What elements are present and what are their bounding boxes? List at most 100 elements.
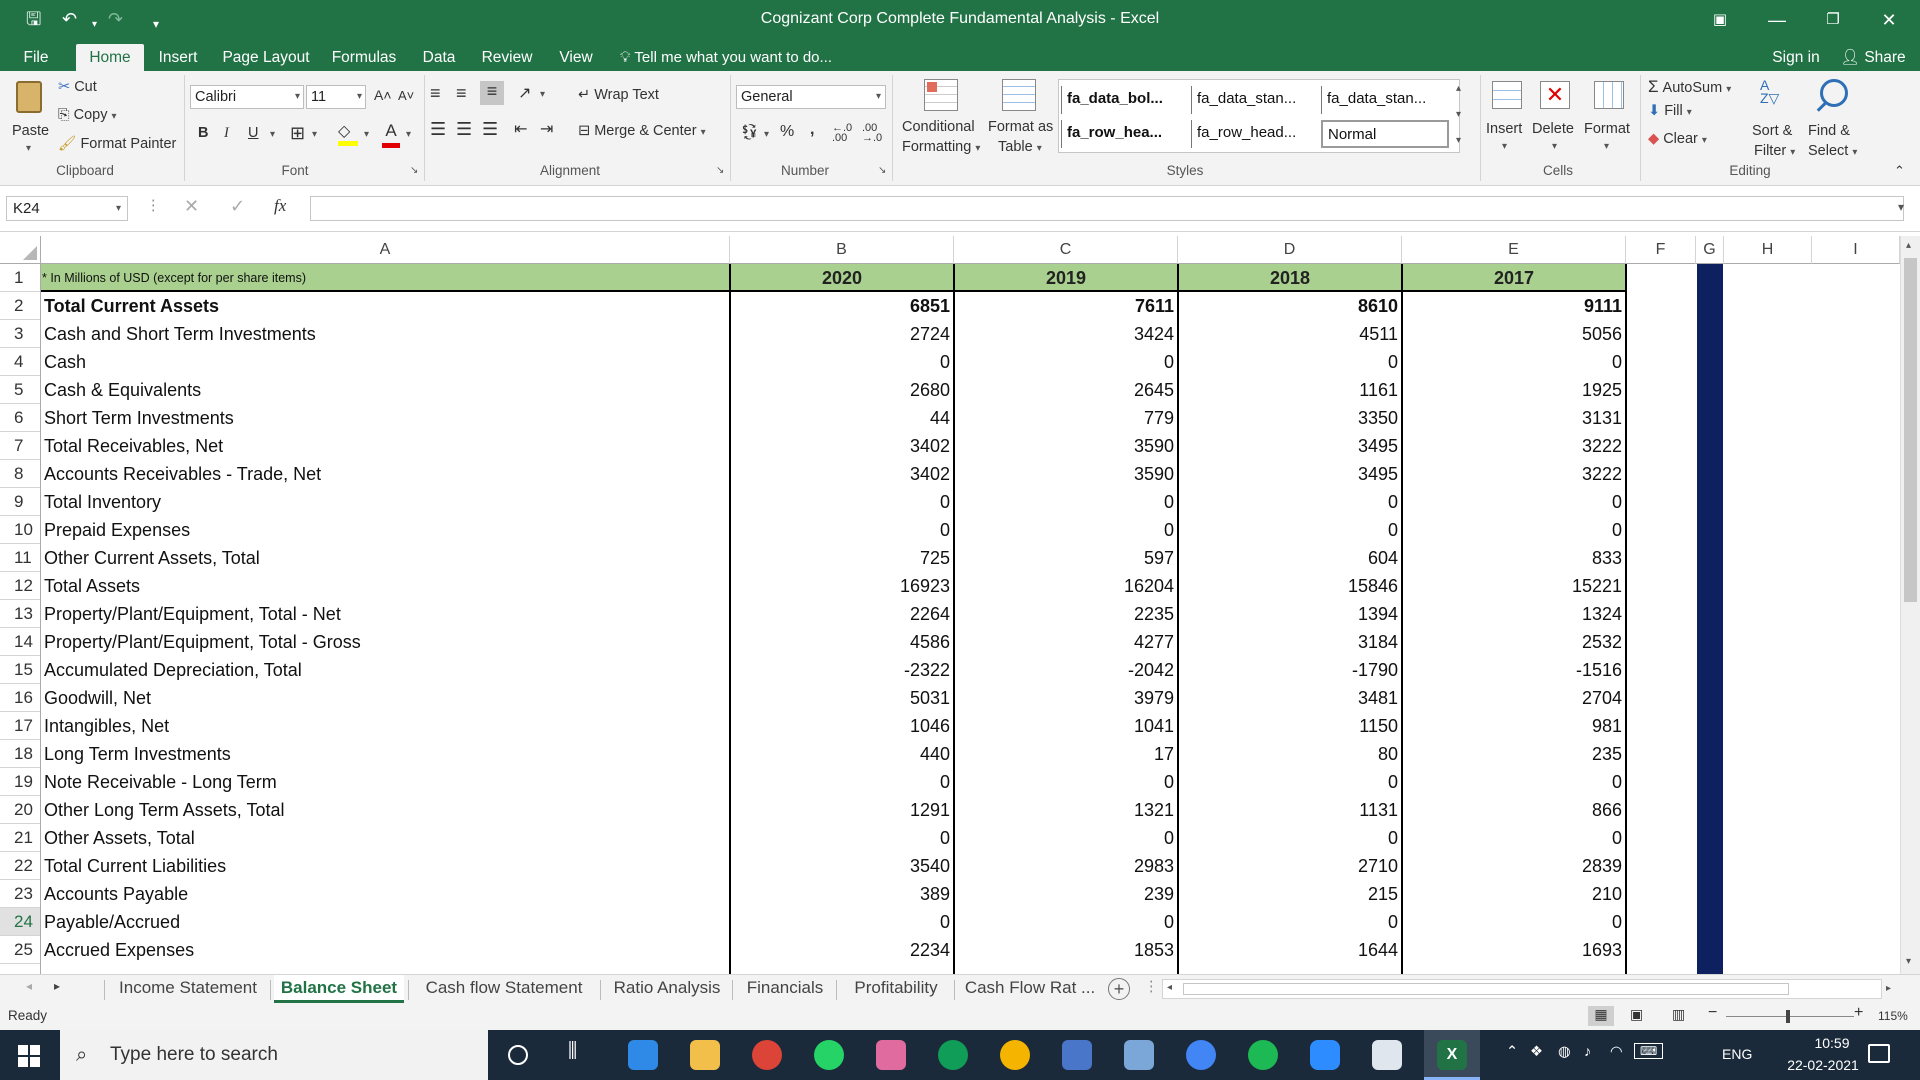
row-label[interactable]: Payable/Accrued [42,908,728,936]
row-header[interactable]: 2 [0,292,40,320]
value-cell[interactable]: 3402 [730,460,954,488]
value-cell[interactable]: 0 [1178,516,1402,544]
fill-button[interactable]: ⬇︎ Fill ▾ [1648,103,1692,119]
style-fa-row-header[interactable]: fa_row_head... [1191,120,1315,148]
borders-icon[interactable]: ⊞ [290,123,305,144]
row-label[interactable]: Property/Plant/Equipment, Total - Net [42,600,728,628]
value-cell[interactable]: -1790 [1178,656,1402,684]
styles-scroll-up-icon[interactable]: ▴ [1456,83,1461,94]
row-label[interactable]: Cash [42,348,728,376]
value-cell[interactable]: 3350 [1178,404,1402,432]
value-cell[interactable]: 0 [1178,824,1402,852]
underline-dropdown-icon[interactable]: ▾ [270,129,275,140]
formula-input[interactable] [310,196,1904,221]
value-cell[interactable]: -2042 [954,656,1178,684]
column-header-f[interactable]: F [1626,236,1696,264]
row-header[interactable]: 9 [0,488,40,516]
row-header[interactable]: 17 [0,712,40,740]
row-label[interactable]: Property/Plant/Equipment, Total - Gross [42,628,728,656]
row-header[interactable]: 20 [0,796,40,824]
value-cell[interactable]: 0 [1402,824,1626,852]
value-cell[interactable]: 440 [730,740,954,768]
value-cell[interactable]: 3540 [730,852,954,880]
value-cell[interactable]: 15846 [1178,572,1402,600]
column-header-d[interactable]: D [1178,236,1402,264]
value-cell[interactable]: 6851 [730,292,954,320]
value-cell[interactable]: 16204 [954,572,1178,600]
delete-cells-button[interactable]: ✕ Delete ▾ [1530,75,1582,161]
italic-icon[interactable]: I [224,125,229,142]
align-left-icon[interactable]: ☰ [430,119,446,140]
value-cell[interactable]: 2645 [954,376,1178,404]
row-header[interactable]: 22 [0,852,40,880]
value-cell[interactable]: 239 [954,880,1178,908]
year-header[interactable]: 2019 [954,264,1178,292]
bold-icon[interactable]: B [198,125,208,141]
calculator-icon[interactable] [1062,1040,1092,1070]
value-cell[interactable]: 0 [730,824,954,852]
style-normal[interactable]: Normal [1321,120,1449,148]
value-cell[interactable]: 1150 [1178,712,1402,740]
value-cell[interactable]: 2680 [730,376,954,404]
insert-cells-button[interactable]: Insert ▾ [1484,75,1530,161]
sheet-tab-ratio-analysis[interactable]: Ratio Analysis [604,975,730,1003]
tab-data[interactable]: Data [414,44,464,71]
value-cell[interactable]: 0 [1178,908,1402,936]
value-cell[interactable]: 3495 [1178,432,1402,460]
row-header[interactable]: 25 [0,936,40,964]
value-cell[interactable]: 44 [730,404,954,432]
year-header[interactable]: 2020 [730,264,954,292]
value-cell[interactable]: 3222 [1402,432,1626,460]
worksheet-grid[interactable]: ABCDEFGHI * In Millions of USD (except f… [0,236,1900,974]
value-cell[interactable]: 4511 [1178,320,1402,348]
hscroll-left-icon[interactable]: ◂ [1167,982,1172,993]
file-explorer-icon[interactable] [690,1040,720,1070]
clock-date[interactable]: 22-02-2021 [1768,1057,1878,1073]
column-header-b[interactable]: B [730,236,954,264]
merge-center-button[interactable]: ⊟ Merge & Center ▾ [578,123,706,139]
accounting-format-icon[interactable]: 💱︎ [740,123,759,141]
fill-color-icon[interactable]: ◇ [338,121,360,146]
language-indicator[interactable]: ENG [1722,1046,1752,1062]
column-header-c[interactable]: C [954,236,1178,264]
font-name-box[interactable]: Calibri ▾ [190,85,304,109]
row-label[interactable]: Accrued Expenses [42,936,728,964]
close-button[interactable]: ✕ [1874,6,1904,34]
value-cell[interactable]: 1925 [1402,376,1626,404]
value-cell[interactable]: 2983 [954,852,1178,880]
value-cell[interactable]: 0 [730,768,954,796]
cut-button[interactable]: ✂ Cut [58,79,97,95]
row-label[interactable]: Total Current Assets [42,292,728,320]
value-cell[interactable]: 0 [1178,768,1402,796]
snip-sketch-icon[interactable] [876,1040,906,1070]
value-cell[interactable]: 0 [954,488,1178,516]
share-button[interactable]: 👤︎ Share [1834,44,1912,71]
column-header-g[interactable]: G [1696,236,1724,264]
align-right-icon[interactable]: ☰ [482,119,498,140]
value-cell[interactable]: 80 [1178,740,1402,768]
row-label[interactable]: Total Assets [42,572,728,600]
value-cell[interactable]: 0 [1402,768,1626,796]
paint-icon[interactable] [1372,1040,1402,1070]
column-header-i[interactable]: I [1812,236,1900,264]
page-layout-view-icon[interactable]: ▣ [1630,1006,1643,1023]
tab-view[interactable]: View [550,44,602,71]
value-cell[interactable]: 725 [730,544,954,572]
value-cell[interactable]: 1041 [954,712,1178,740]
number-format-box[interactable]: General ▾ [736,85,886,109]
normal-view-icon[interactable]: ▦ [1588,1006,1614,1026]
zoom-slider[interactable] [1726,1010,1854,1023]
row-label[interactable]: Accounts Receivables - Trade, Net [42,460,728,488]
sheet-tab-cash-flow-ratio[interactable]: Cash Flow Rat ... [958,975,1102,1003]
chrome-icon[interactable] [752,1040,782,1070]
value-cell[interactable]: 0 [1402,516,1626,544]
value-cell[interactable]: 0 [730,488,954,516]
column-header-h[interactable]: H [1724,236,1812,264]
sheet-scroll-right-icon[interactable]: ▸ [54,979,60,993]
sheet-scroll-left-icon[interactable]: ◂ [26,979,32,993]
row-header[interactable]: 3 [0,320,40,348]
units-note[interactable]: * In Millions of USD (except for per sha… [42,264,728,292]
zoom-app-icon[interactable] [1310,1040,1340,1070]
row-header[interactable]: 7 [0,432,40,460]
column-header-a[interactable]: A [41,236,730,264]
